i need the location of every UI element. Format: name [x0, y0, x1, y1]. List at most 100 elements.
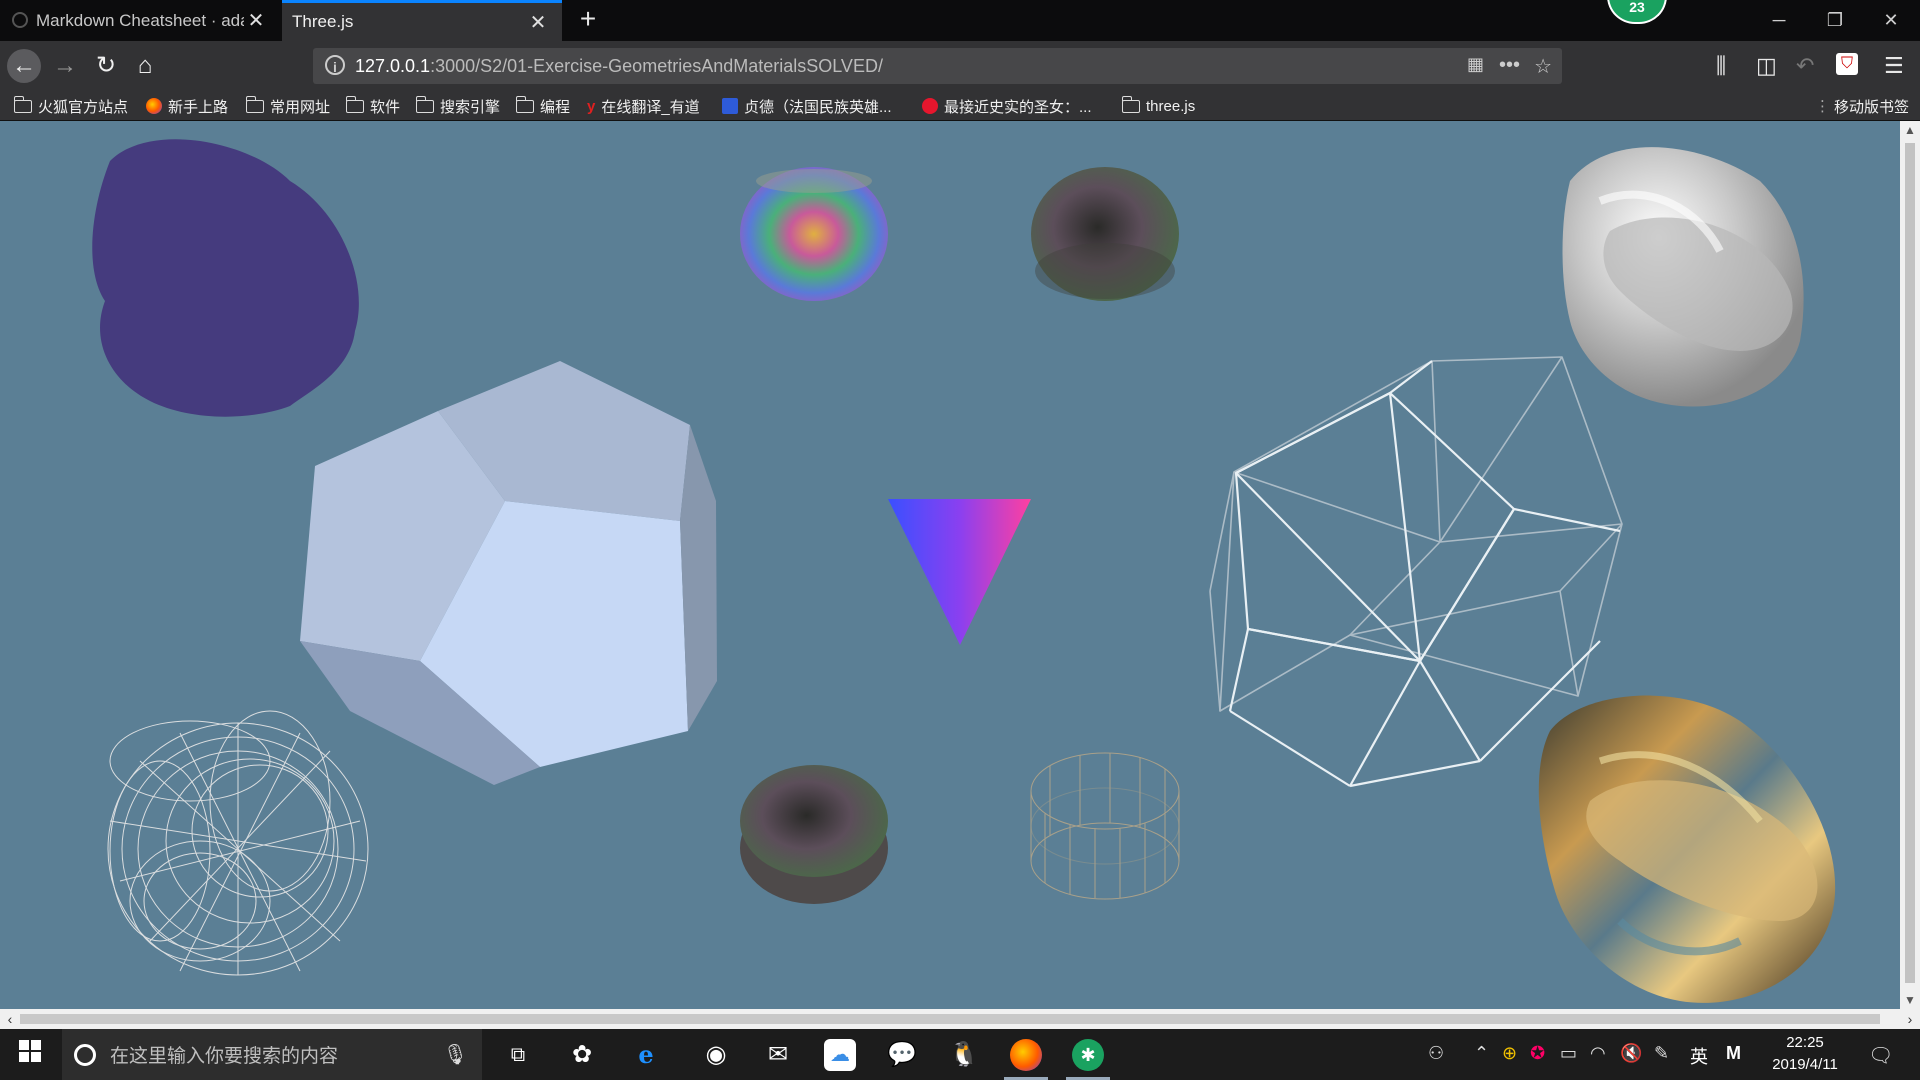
url-bar[interactable]: i 127.0.0.1:3000/S2/01-Exercise-Geometri…: [313, 48, 1562, 84]
torusknot-wireframe: [107, 710, 369, 976]
info-icon[interactable]: i: [325, 55, 345, 75]
dodecahedron: [300, 361, 717, 785]
minimize-button[interactable]: ─: [1750, 0, 1808, 41]
scroll-down-icon[interactable]: ▼: [1900, 993, 1920, 1007]
bookmark-star-icon[interactable]: ☆: [1534, 54, 1552, 79]
bookmark-item[interactable]: 新手上路: [146, 95, 228, 117]
bookmark-label: 常用网址: [270, 98, 331, 116]
mail-icon[interactable]: ✉: [762, 1039, 794, 1071]
folder-icon: [14, 95, 32, 113]
folder-icon: [246, 95, 264, 113]
bookmark-label: 火狐官方站点: [38, 98, 129, 116]
qq-icon[interactable]: 🐧: [948, 1039, 980, 1071]
undo-icon[interactable]: ↶: [1796, 53, 1814, 79]
vertical-scrollbar[interactable]: ▲ ▼: [1900, 121, 1920, 1009]
tab-label: Markdown Cheatsheet · ada: [36, 10, 244, 30]
bookmark-label: 贞德（法国民族英雄...: [744, 98, 892, 116]
wifi-icon[interactable]: ◠: [1590, 1043, 1606, 1064]
url-path: :3000/S2/01-Exercise-GeometriesAndMateri…: [430, 56, 883, 76]
home-button[interactable]: ⌂: [128, 49, 162, 83]
tab-threejs[interactable]: Three.js ✕: [282, 0, 562, 41]
library-icon[interactable]: ⫼: [1716, 53, 1726, 79]
back-button[interactable]: ←: [7, 49, 41, 83]
firefox-taskbar-icon[interactable]: [1010, 1039, 1042, 1071]
close-tab-icon[interactable]: ✕: [526, 10, 550, 35]
mobile-icon: ⋮: [1815, 98, 1830, 115]
baidu-netdisk-icon[interactable]: ☁: [824, 1039, 856, 1071]
pocket-icon[interactable]: ⛉: [1836, 53, 1858, 75]
pen-icon[interactable]: ✎: [1654, 1043, 1669, 1064]
scrollbar-thumb[interactable]: [1905, 143, 1915, 983]
scene-render: [92, 139, 1836, 1003]
ime-mode[interactable]: M: [1726, 1043, 1741, 1064]
forward-button[interactable]: →: [48, 49, 82, 83]
app-camera-icon[interactable]: ◉: [700, 1039, 732, 1071]
tray-qq-icon[interactable]: ✪: [1530, 1043, 1545, 1064]
windows-start-icon[interactable]: [14, 1039, 46, 1071]
youdao-icon: y: [587, 97, 596, 115]
tray-app-icon[interactable]: ⊕: [1502, 1043, 1517, 1064]
microphone-icon[interactable]: 🎙: [443, 1042, 468, 1067]
ime-language[interactable]: 英: [1690, 1043, 1708, 1069]
bookmark-item[interactable]: 贞德（法国民族英雄...: [722, 95, 892, 117]
tab-label: Three.js: [292, 12, 354, 31]
scroll-up-icon[interactable]: ▲: [1900, 123, 1920, 137]
bookmark-label: 最接近史实的圣女：...: [944, 98, 1092, 116]
action-center-icon[interactable]: 🗨: [1868, 1043, 1893, 1068]
folder-icon: [346, 95, 364, 113]
bookmark-label: 在线翻译_有道: [601, 98, 700, 116]
bookmark-item[interactable]: 软件: [346, 95, 400, 117]
battery-icon[interactable]: ▭: [1560, 1043, 1577, 1064]
chrome-app-icon[interactable]: ✱: [1072, 1039, 1104, 1071]
github-icon: [12, 12, 28, 28]
mobile-bookmarks[interactable]: ⋮ 移动版书签: [1815, 95, 1909, 117]
menu-icon[interactable]: ☰: [1884, 53, 1904, 79]
clock[interactable]: 22:25 2019/4/11: [1762, 1032, 1848, 1076]
torusknot-silver: [1562, 147, 1804, 407]
horizontal-scrollbar[interactable]: ‹ ›: [0, 1009, 1920, 1029]
bookmark-item[interactable]: 最接近史实的圣女：...: [922, 95, 1092, 117]
tab-markdown-cheatsheet[interactable]: Markdown Cheatsheet · ada ✕: [0, 0, 280, 41]
new-tab-button[interactable]: +: [570, 3, 606, 35]
bookmark-label: 编程: [540, 98, 571, 116]
bookmark-label: 移动版书签: [1834, 98, 1910, 116]
task-view-icon[interactable]: ⧉: [502, 1039, 534, 1071]
restore-button[interactable]: ❐: [1806, 0, 1864, 41]
title-bar: Markdown Cheatsheet · ada ✕ Three.js ✕ +…: [0, 0, 1920, 41]
internet-explorer-icon[interactable]: e: [630, 1039, 662, 1071]
bookmark-item[interactable]: 搜索引擎: [416, 95, 500, 117]
bookmark-item[interactable]: 编程: [516, 95, 570, 117]
cylinder-dark: [740, 765, 888, 904]
reload-button[interactable]: ↻: [89, 49, 123, 83]
cone: [888, 499, 1031, 645]
volume-muted-icon[interactable]: 🔇: [1620, 1043, 1642, 1064]
bookmark-item[interactable]: 常用网址: [246, 95, 330, 117]
scrollbar-thumb[interactable]: [20, 1014, 1880, 1024]
sphere-dark: [1031, 167, 1179, 301]
cortana-icon: [74, 1043, 96, 1066]
people-icon[interactable]: ⚇: [1428, 1043, 1444, 1064]
taskbar-search[interactable]: 在这里输入你要搜索的内容 🎙: [62, 1029, 482, 1080]
url-text[interactable]: 127.0.0.1:3000/S2/01-Exercise-Geometries…: [355, 56, 883, 77]
close-tab-icon[interactable]: ✕: [244, 8, 268, 33]
bookmark-item[interactable]: y 在线翻译_有道: [587, 95, 700, 117]
bookmarks-toolbar: 火狐官方站点 新手上路 常用网址 软件 搜索引擎 编程 y 在线翻译_有道 贞德（…: [0, 91, 1920, 121]
scroll-left-icon[interactable]: ‹: [0, 1009, 20, 1029]
show-hidden-icons[interactable]: ⌃: [1474, 1043, 1489, 1064]
page-actions-icon[interactable]: •••: [1499, 54, 1520, 77]
bookmark-item[interactable]: 火狐官方站点: [14, 95, 128, 117]
close-window-button[interactable]: ✕: [1862, 0, 1920, 41]
taskbar: 在这里输入你要搜索的内容 🎙 ⧉ ✿ e ◉ ✉ ☁ 💬 🐧 ✱ ⚇ ⌃ ⊕ ✪…: [0, 1029, 1920, 1080]
threejs-canvas[interactable]: [0, 121, 1900, 1009]
qr-code-icon[interactable]: ▦: [1467, 54, 1484, 75]
app-pinwheel-icon[interactable]: ✿: [566, 1039, 598, 1071]
folder-icon: [416, 95, 434, 113]
sidebar-icon[interactable]: ◫: [1756, 53, 1777, 79]
clock-time: 22:25: [1786, 1034, 1824, 1051]
scroll-right-icon[interactable]: ›: [1900, 1009, 1920, 1029]
purple-blob: [92, 139, 359, 417]
bookmark-label: three.js: [1146, 97, 1196, 115]
notification-badge[interactable]: 23: [1607, 0, 1667, 24]
bookmark-item[interactable]: three.js: [1122, 95, 1195, 117]
wechat-icon[interactable]: 💬: [886, 1039, 918, 1071]
